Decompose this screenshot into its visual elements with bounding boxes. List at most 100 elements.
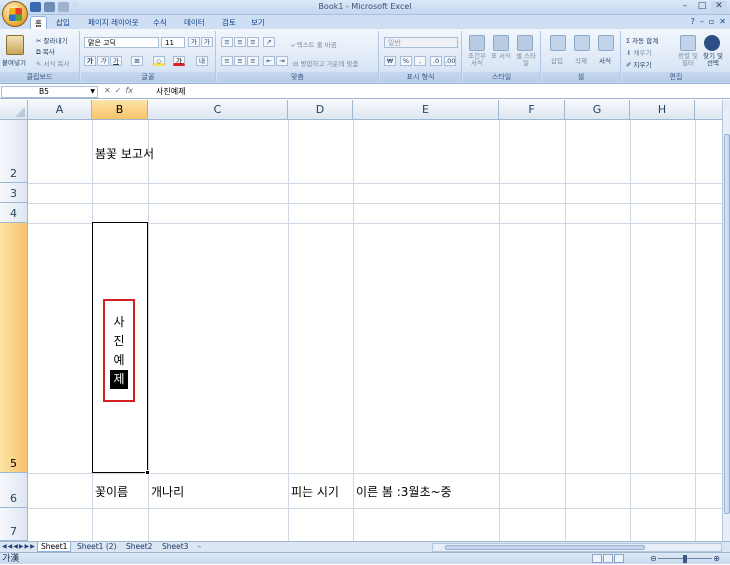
delete-cells-icon[interactable] <box>574 35 590 51</box>
ribbon-close-icon[interactable]: ✕ <box>719 17 726 26</box>
column-header-g[interactable]: G <box>565 100 630 120</box>
close-icon[interactable]: ✕ <box>711 1 727 13</box>
percent-icon[interactable]: % <box>400 56 412 66</box>
align-left-icon[interactable]: ≡ <box>221 56 233 66</box>
format-painter-button[interactable]: ✎ 서식 복사 <box>36 58 70 68</box>
cell-d6[interactable]: 피는 시기 <box>291 483 339 500</box>
name-box[interactable]: B5 ▼ <box>1 86 98 98</box>
vertical-scrollbar[interactable] <box>722 100 730 541</box>
align-top-icon[interactable]: ≡ <box>221 37 233 47</box>
ribbon-restore-icon[interactable]: ▫ <box>709 17 714 26</box>
paste-button[interactable]: 붙여넣기 <box>2 57 26 67</box>
format-cells-icon[interactable] <box>598 35 614 51</box>
cell-c6[interactable]: 개나리 <box>151 483 184 500</box>
zoom-knob[interactable] <box>683 555 687 563</box>
sheet-nav-icons[interactable]: ◀◀◀▶▶▶ <box>2 543 36 550</box>
row-header-2[interactable]: 2 <box>0 120 28 183</box>
shrink-font-icon[interactable]: 가 <box>201 37 213 47</box>
align-right-icon[interactable]: ≡ <box>247 56 259 66</box>
fill-handle[interactable] <box>145 470 150 475</box>
maximize-icon[interactable]: □ <box>694 1 710 13</box>
merge-center-button[interactable]: ⊟ 병합하고 가운데 맞춤 <box>293 58 358 68</box>
column-header-a[interactable]: A <box>28 100 92 120</box>
sort-filter-button[interactable]: 정렬 및 필터 <box>676 53 700 67</box>
vertical-text-box[interactable]: 사 진 예 제 <box>103 299 135 402</box>
tab-page-layout[interactable]: 페이지 레이아웃 <box>84 16 143 29</box>
sort-filter-icon[interactable] <box>680 35 696 51</box>
clear-button[interactable]: ✐ 지우기 <box>626 59 651 69</box>
find-select-icon[interactable] <box>704 35 720 51</box>
zoom-slider[interactable]: ⊖ ⊕ <box>650 554 720 563</box>
tab-data[interactable]: 데이터 <box>180 16 209 29</box>
decrease-decimal-icon[interactable]: .00 <box>444 56 456 66</box>
cell-b2[interactable]: 봄꽃 보고서 <box>95 145 154 162</box>
borders-icon[interactable]: ⊞ <box>131 56 143 66</box>
column-header-d[interactable]: D <box>288 100 353 120</box>
align-middle-icon[interactable]: ≡ <box>234 37 246 47</box>
formula-input[interactable]: 사진예제 <box>156 86 722 98</box>
sheet-tab-4[interactable]: Sheet3 <box>159 542 191 552</box>
conditional-format-button[interactable]: 조건부 서식 <box>465 53 489 67</box>
table-format-button[interactable]: 표 서식 <box>491 53 511 60</box>
insert-function-icon[interactable]: fx <box>125 86 133 95</box>
office-button[interactable] <box>2 1 28 27</box>
cell-e6[interactable]: 이른 봄 :3월초~중 <box>356 483 452 500</box>
font-size-combo[interactable]: 11 <box>161 37 185 48</box>
enter-icon[interactable]: ✓ <box>115 86 122 95</box>
column-header-i[interactable] <box>695 100 722 120</box>
cancel-icon[interactable]: ✕ <box>104 86 111 95</box>
table-format-icon[interactable] <box>493 35 509 51</box>
orientation-icon[interactable]: ↗ <box>263 37 275 47</box>
insert-cells-button[interactable]: 삽입 <box>551 55 563 65</box>
column-header-e[interactable]: E <box>353 100 499 120</box>
help-icon[interactable]: ? <box>691 17 695 26</box>
page-break-view-icon[interactable] <box>614 554 624 563</box>
phonetic-icon[interactable]: 내 <box>196 56 208 66</box>
column-header-b[interactable]: B <box>92 100 148 120</box>
font-name-combo[interactable]: 맑은 고딕 <box>84 37 159 48</box>
sheet-tab-2[interactable]: Sheet1 (2) <box>74 542 119 552</box>
zoom-out-icon[interactable]: ⊖ <box>650 554 657 563</box>
vertical-scroll-thumb[interactable] <box>724 134 730 514</box>
column-header-f[interactable]: F <box>499 100 565 120</box>
find-select-button[interactable]: 찾기 및 선택 <box>700 53 726 67</box>
conditional-format-icon[interactable] <box>469 35 485 51</box>
row-header-7[interactable]: 7 <box>0 508 28 541</box>
row-header-5[interactable]: 5 <box>0 223 28 473</box>
row-header-4[interactable]: 4 <box>0 203 28 223</box>
delete-cells-button[interactable]: 삭제 <box>575 55 587 65</box>
number-format-combo[interactable]: 일반 <box>384 37 458 48</box>
column-header-h[interactable]: H <box>630 100 695 120</box>
cut-button[interactable]: ✂ 잘라내기 <box>36 35 67 45</box>
copy-button[interactable]: ⧉ 복사 <box>36 46 55 57</box>
horizontal-scroll-thumb[interactable] <box>445 545 645 550</box>
sheet-tab-3[interactable]: Sheet2 <box>123 542 155 552</box>
autosum-button[interactable]: Σ 자동 합계 <box>626 35 658 45</box>
currency-icon[interactable]: ₩ <box>384 56 396 66</box>
format-cells-button[interactable]: 서식 <box>599 55 611 65</box>
tab-formulas[interactable]: 수식 <box>149 16 171 29</box>
cell-styles-button[interactable]: 셀 스타일 <box>515 53 537 67</box>
bold-button[interactable]: 가 <box>84 56 96 66</box>
name-box-dropdown-icon[interactable]: ▼ <box>90 87 95 97</box>
insert-cells-icon[interactable] <box>550 35 566 51</box>
worksheet-grid[interactable]: A B C D E F G H 2 3 4 5 6 7 봄꽃 보고서 꽃이름 개… <box>0 100 722 541</box>
select-all-button[interactable] <box>0 100 28 120</box>
tab-insert[interactable]: 삽입 <box>52 16 74 29</box>
tab-view[interactable]: 보기 <box>247 16 269 29</box>
italic-button[interactable]: 가 <box>97 56 109 66</box>
align-center-icon[interactable]: ≡ <box>234 56 246 66</box>
wrap-text-button[interactable]: ⤶ 텍스트 줄 바꿈 <box>291 39 337 50</box>
row-header-3[interactable]: 3 <box>0 183 28 203</box>
sheet-tab-1[interactable]: Sheet1 <box>37 542 72 552</box>
normal-view-icon[interactable] <box>592 554 602 563</box>
minimize-icon[interactable]: – <box>677 1 693 13</box>
comma-icon[interactable]: , <box>414 56 426 66</box>
tab-review[interactable]: 검토 <box>218 16 240 29</box>
page-layout-view-icon[interactable] <box>603 554 613 563</box>
increase-indent-icon[interactable]: ⇥ <box>276 56 288 66</box>
fill-button[interactable]: ⬇ 채우기 <box>626 47 651 57</box>
decrease-indent-icon[interactable]: ⇤ <box>263 56 275 66</box>
font-color-icon[interactable]: 가 <box>173 56 185 66</box>
insert-sheet-icon[interactable]: ⌁ <box>194 542 205 552</box>
